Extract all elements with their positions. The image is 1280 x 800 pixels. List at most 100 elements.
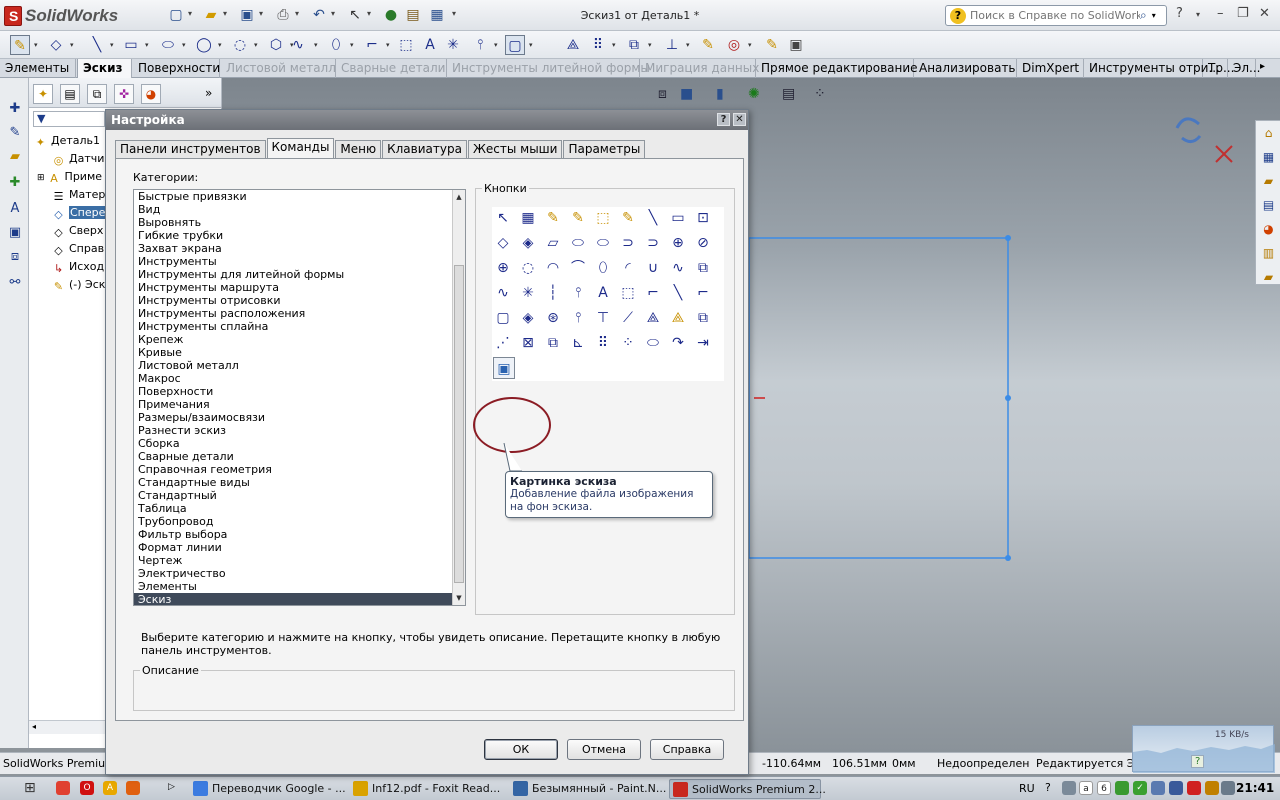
centerpoint-slot-icon[interactable]: ⬭ (592, 232, 614, 254)
add-feature-icon[interactable]: ✚ (6, 100, 24, 118)
spline-icon[interactable]: ∿ (667, 257, 689, 279)
centerpoint-arc-slot-icon[interactable]: ⊃ (642, 232, 664, 254)
grid-icon[interactable]: ▦ (517, 207, 539, 229)
tab-keyboard[interactable]: Клавиатура (382, 140, 467, 158)
category-item[interactable]: Таблица (134, 502, 465, 515)
hide-show-icon[interactable]: ▤ (782, 86, 795, 102)
search-icon[interactable]: ⌕ (1140, 8, 1147, 23)
appearances-icon[interactable]: ◕ (1260, 221, 1277, 238)
move-dropdown-icon[interactable]: ▾ (648, 41, 652, 49)
snaps-dropdown-icon[interactable]: ▾ (748, 41, 752, 49)
tray-network-icon[interactable] (1169, 781, 1183, 795)
link-icon[interactable]: ⚯ (6, 274, 24, 292)
category-item[interactable]: Вид (134, 203, 465, 216)
parabola-icon[interactable]: ∪ (642, 257, 664, 279)
category-item[interactable]: Сборка (134, 437, 465, 450)
centerline-icon[interactable]: ┆ (542, 282, 564, 304)
spline-icon[interactable]: ∿ (288, 35, 308, 55)
pattern-dropdown-icon[interactable]: ▾ (612, 41, 616, 49)
tab-mouse-gestures[interactable]: Жесты мыши (467, 140, 563, 158)
trim-dropdown-icon[interactable]: ▾ (494, 41, 498, 49)
ellipse-icon[interactable]: ⬯ (592, 257, 614, 279)
undo-dropdown-icon[interactable]: ▾ (331, 9, 338, 19)
restore-icon[interactable]: ❐ (1237, 6, 1249, 21)
relations-icon[interactable]: ⧈ (6, 248, 24, 266)
trim-icon[interactable]: ⫯ (470, 35, 490, 55)
options-icon[interactable]: ▦ (428, 6, 446, 24)
firefox-quicklaunch-icon[interactable] (126, 781, 140, 795)
tab-sketch-ink[interactable]: Инструменты отри... (1084, 59, 1220, 78)
move-entities-icon[interactable]: ⧉ (692, 307, 714, 329)
circle-icon[interactable]: ⊕ (667, 232, 689, 254)
feature-tree-tab-icon[interactable]: ✦ (33, 84, 53, 104)
print-icon[interactable]: ⎙ (274, 6, 292, 24)
tree-item-material[interactable]: ☰ Матер (51, 186, 106, 203)
expand-icon[interactable]: ⊞ (37, 173, 45, 183)
partial-ellipse-icon[interactable]: ◜ (617, 257, 639, 279)
home-icon[interactable]: ⌂ (1260, 125, 1277, 142)
circle-icon[interactable]: ◯ (194, 35, 214, 55)
tray-avira-icon[interactable] (1187, 781, 1201, 795)
tab-more-2[interactable]: Эл... (1228, 59, 1261, 78)
search-results-icon[interactable]: ▤ (1260, 197, 1277, 214)
offset-entities-icon[interactable]: ⌐ (692, 282, 714, 304)
help-search-box[interactable]: ? ⌕ ▾ (945, 5, 1167, 26)
category-item[interactable]: Инструменты для литейной формы (134, 268, 465, 281)
tab-evaluate[interactable]: Анализировать (914, 59, 1017, 78)
section-view-icon[interactable]: ▮ (716, 86, 724, 102)
spline-on-surface-icon[interactable]: ⧉ (692, 257, 714, 279)
ellipse-slot-icon[interactable]: ⬭ (642, 332, 664, 354)
avast-quicklaunch-icon[interactable]: A (103, 781, 117, 795)
tray-settings-icon[interactable] (1062, 781, 1076, 795)
spline-dropdown-icon[interactable]: ▾ (314, 41, 318, 49)
scroll-left-icon[interactable]: ◂ (32, 722, 36, 731)
route-icon[interactable]: ↷ (667, 332, 689, 354)
parallelogram-icon[interactable]: ▱ (542, 232, 564, 254)
category-item[interactable]: Стандартные виды (134, 476, 465, 489)
mirror-icon[interactable]: ⟁ (563, 35, 583, 55)
task-foxit[interactable]: Inf12.pdf - Foxit Read... (350, 779, 502, 799)
straight-slot-icon[interactable]: ⬭ (567, 232, 589, 254)
rotate-entities-icon[interactable]: ⊠ (517, 332, 539, 354)
design-library-icon[interactable]: ▦ (1260, 149, 1277, 166)
relations-dropdown-icon[interactable]: ▾ (686, 41, 690, 49)
category-item[interactable]: Стандартный (134, 489, 465, 502)
category-item[interactable]: Крепеж (134, 333, 465, 346)
select-cursor-icon[interactable]: ↖ (346, 6, 364, 24)
point-icon[interactable]: ✳ (443, 35, 463, 55)
text-icon[interactable]: A (592, 282, 614, 304)
category-item[interactable]: Размеры/взаимосвязи (134, 411, 465, 424)
line-icon[interactable]: ╲ (87, 35, 107, 55)
open-dropdown-icon[interactable]: ▾ (223, 9, 230, 19)
sketch-icon[interactable]: ✎ (542, 207, 564, 229)
tray-monitor-icon[interactable] (1151, 781, 1165, 795)
sketch-icon[interactable]: ✎ (10, 35, 30, 55)
file-properties-icon[interactable]: ▤ (404, 6, 422, 24)
select-dropdown-icon[interactable]: ▾ (367, 9, 374, 19)
category-item[interactable]: Справочная геометрия (134, 463, 465, 476)
arc-icon[interactable]: ◌ (230, 35, 250, 55)
category-item[interactable]: Листовой металл (134, 359, 465, 372)
tab-surfaces[interactable]: Поверхности (133, 59, 220, 78)
face-curves-icon[interactable]: ⊛ (542, 307, 564, 329)
custom-properties-icon[interactable]: ▥ (1260, 245, 1277, 262)
solidworks-logo[interactable]: SolidWorks (4, 5, 118, 27)
task-solidworks[interactable]: SolidWorks Premium 2... (669, 779, 826, 799)
category-item[interactable]: Примечания (134, 398, 465, 411)
opera-quicklaunch-icon[interactable]: O (80, 781, 94, 795)
point-icon[interactable]: ✳ (517, 282, 539, 304)
options-dropdown-icon[interactable]: ▾ (452, 9, 459, 19)
category-item[interactable]: Эскиз (134, 593, 465, 605)
trim-icon[interactable]: ⫯ (567, 307, 589, 329)
help-button[interactable]: Справка (650, 739, 724, 760)
tab-features[interactable]: Элементы (0, 59, 76, 78)
slot-dropdown-icon[interactable]: ▾ (182, 41, 186, 49)
scale-entities-icon[interactable]: ⧉ (542, 332, 564, 354)
property-manager-tab-icon[interactable]: ▤ (60, 84, 80, 104)
category-item[interactable]: Инструменты сплайна (134, 320, 465, 333)
category-item[interactable]: Трубопровод (134, 515, 465, 528)
arc-slot-icon[interactable]: ⊃ (617, 232, 639, 254)
category-item[interactable]: Формат линии (134, 541, 465, 554)
plane-icon[interactable]: ⬚ (396, 35, 416, 55)
category-item[interactable]: Элементы (134, 580, 465, 593)
